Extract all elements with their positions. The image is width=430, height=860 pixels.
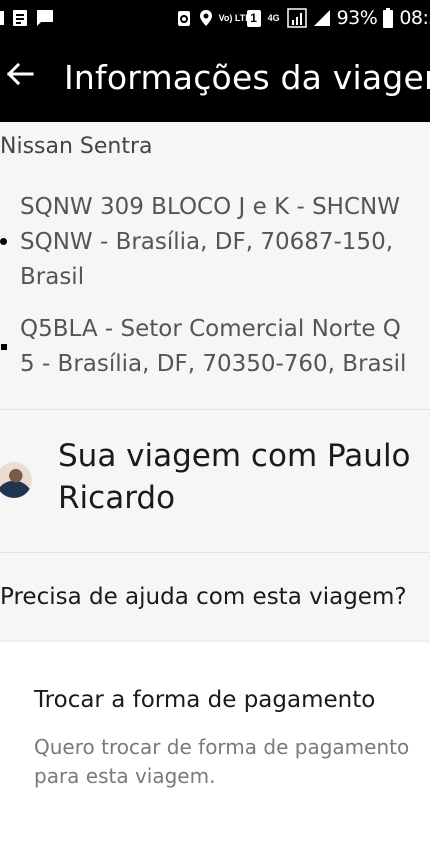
app-bar: Informações da viagem [0, 36, 430, 122]
help-link[interactable]: Precisa de ajuda com esta viagem? [0, 584, 407, 610]
sim-icon [0, 11, 4, 25]
sim-slot-label: 1 [250, 10, 257, 25]
car-model: Nissan Sentra [0, 134, 153, 159]
status-bar: Vo) LTE 1 4G 93% 08:5 [0, 0, 430, 36]
arrow-left-icon [6, 62, 34, 86]
recycle-icon [175, 9, 193, 27]
sim-slot-icon: 1 [246, 9, 261, 27]
back-button[interactable] [2, 56, 38, 92]
option-description: Quero trocar de forma de pagamento para … [34, 735, 410, 788]
dropoff-address: Q5BLA - Setor Comercial Norte Q 5 - Bras… [20, 316, 407, 377]
image-icon [12, 9, 28, 27]
clock: 08:5 [399, 7, 430, 29]
pickup-address: SQNW 309 BLOCO J e K - SHCNW SQNW - Bras… [20, 194, 400, 290]
driver-name[interactable]: Sua viagem com Paulo Ricardo [58, 435, 428, 519]
divider [0, 409, 430, 410]
wifi-icon [313, 9, 331, 27]
signal-icon [286, 8, 307, 28]
pickup-dot [0, 238, 7, 245]
location-icon [199, 9, 213, 27]
option-title: Trocar a forma de pagamento [34, 687, 376, 713]
status-bar-left [0, 7, 54, 29]
divider [0, 552, 430, 553]
driver-avatar [0, 462, 32, 498]
lte-label: Vo) LTE [218, 12, 252, 23]
battery-icon [383, 8, 394, 28]
battery-percent: 93% [336, 7, 378, 29]
message-icon [36, 9, 54, 27]
page-title: Informações da viagem [64, 58, 430, 97]
dropoff-square [1, 344, 7, 350]
help-option-card[interactable]: Trocar a forma de pagamento Quero trocar… [0, 642, 430, 860]
network-type: 4G [267, 12, 280, 23]
status-bar-right: Vo) LTE 1 4G 93% 08:5 [175, 7, 430, 29]
